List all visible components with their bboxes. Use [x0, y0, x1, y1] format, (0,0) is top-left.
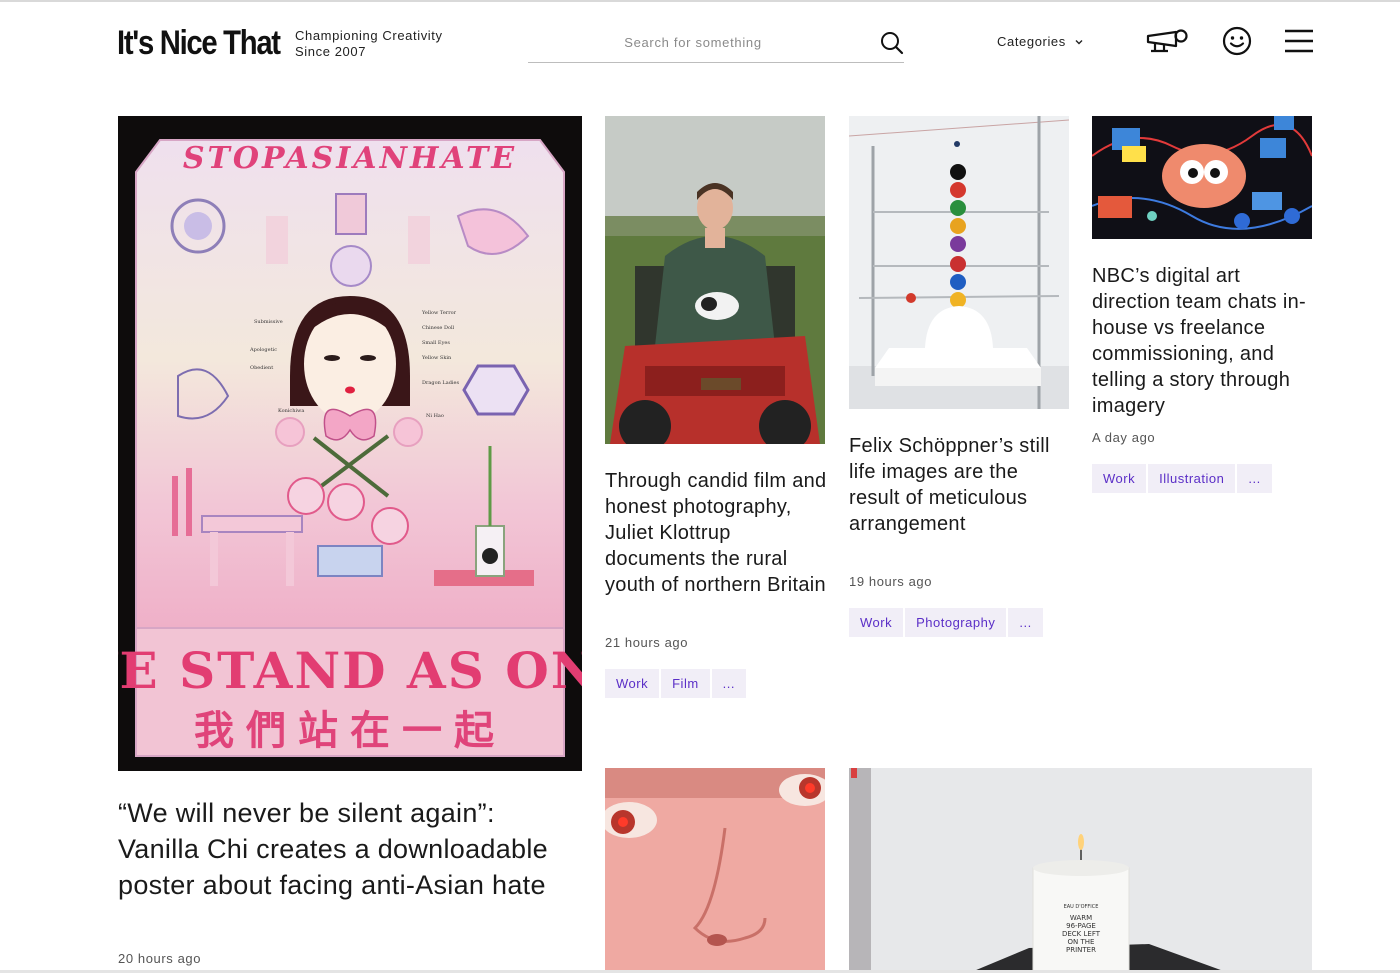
poster-label: Obedient	[250, 365, 273, 371]
search-icon[interactable]	[879, 30, 905, 56]
menu-icon[interactable]	[1284, 29, 1314, 58]
article-title[interactable]: Through candid film and honest photograp…	[605, 468, 830, 598]
article-image-still-life[interactable]	[849, 116, 1069, 409]
article-tags: Work Film ...	[605, 669, 746, 698]
article-image-poster[interactable]: STOPASIANHATE Yellow Terror Chinese Doll…	[118, 116, 582, 771]
poster-label: Ni Hao	[426, 413, 444, 419]
tag-photography[interactable]: Photography	[905, 608, 1007, 637]
tag-more[interactable]: ...	[1237, 464, 1272, 493]
search-bar	[528, 26, 904, 63]
tag-film[interactable]: Film	[661, 669, 710, 698]
tag-work[interactable]: Work	[1092, 464, 1147, 493]
tag-more[interactable]: ...	[1008, 608, 1043, 637]
categories-label: Categories	[997, 34, 1066, 49]
article-tags: Work Photography ...	[849, 608, 1043, 637]
candle-label-line: DECK LEFT	[1062, 930, 1101, 938]
article-image-quad-bike[interactable]	[605, 116, 825, 444]
article-image-face[interactable]	[605, 768, 825, 973]
article-image-candle[interactable]: EAU D'OFFICE WARM 96-PAGE DECK LEFT ON T…	[849, 768, 1312, 973]
candle-label-line: PRINTER	[1066, 946, 1096, 954]
poster-top-text: STOPASIANHATE	[183, 141, 517, 176]
article-timestamp: A day ago	[1092, 430, 1156, 445]
poster-label: Chinese Doll	[422, 325, 455, 331]
tagline-line-2: Since 2007	[295, 44, 367, 59]
article-tags: Work Illustration ...	[1092, 464, 1272, 493]
candle-label-line: WARM	[1070, 914, 1092, 922]
categories-dropdown[interactable]: Categories	[997, 34, 1084, 49]
tag-work[interactable]: Work	[605, 669, 660, 698]
poster-label: Apologetic	[249, 347, 277, 353]
candle-label-line: ON THE	[1068, 938, 1095, 946]
megaphone-icon[interactable]	[1146, 26, 1192, 61]
poster-label: Dragon Ladies	[422, 380, 459, 386]
poster-bottom-text: WE STAND AS ONE	[118, 641, 582, 700]
poster-label: Yellow Skin	[421, 355, 452, 361]
article-title[interactable]: Felix Schöppner’s still life images are …	[849, 433, 1064, 537]
chevron-down-icon	[1075, 39, 1083, 44]
tag-work[interactable]: Work	[849, 608, 904, 637]
poster-label: Konichiwa	[278, 408, 304, 414]
tag-more[interactable]: ...	[711, 669, 746, 698]
top-border	[0, 0, 1400, 2]
article-title[interactable]: NBC’s digital art direction team chats i…	[1092, 263, 1317, 419]
site-logo[interactable]: It's Nice That	[117, 24, 281, 63]
site-tagline: Championing Creativity Since 2007	[295, 28, 443, 60]
search-input[interactable]	[528, 26, 858, 58]
article-timestamp: 19 hours ago	[849, 574, 933, 589]
candle-label-line: EAU D'OFFICE	[1064, 904, 1099, 910]
article-timestamp: 21 hours ago	[605, 635, 689, 650]
tagline-line-1: Championing Creativity	[295, 28, 443, 43]
candle-label-line: 96-PAGE	[1066, 922, 1096, 930]
poster-chinese-text: 我們站在一起	[194, 708, 506, 754]
tag-illustration[interactable]: Illustration	[1148, 464, 1236, 493]
article-title[interactable]: “We will never be silent again”: Vanilla…	[118, 795, 558, 903]
smiley-icon[interactable]	[1222, 26, 1252, 61]
poster-label: Submissive	[254, 319, 283, 325]
poster-label: Small Eyes	[422, 340, 450, 346]
article-image-illustration[interactable]	[1092, 116, 1312, 239]
article-timestamp: 20 hours ago	[118, 951, 202, 966]
poster-label: Yellow Terror	[421, 310, 457, 316]
